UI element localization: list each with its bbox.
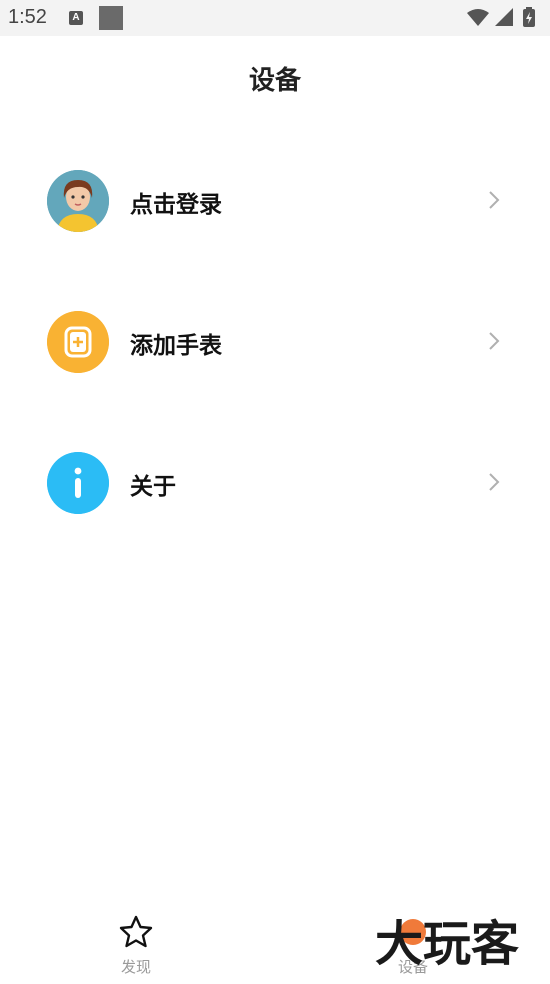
login-label: 点击登录 bbox=[130, 192, 222, 218]
chevron-right-icon bbox=[489, 191, 500, 209]
watermark-logo: 大玩客 bbox=[375, 916, 519, 972]
info-icon bbox=[47, 452, 109, 514]
watch-add-icon bbox=[47, 311, 109, 373]
watermark-text: 大玩客 bbox=[375, 916, 519, 972]
tab-discover-label: 发现 bbox=[120, 958, 151, 976]
wifi-icon bbox=[467, 9, 489, 26]
avatar-icon bbox=[47, 170, 109, 232]
star-icon bbox=[119, 915, 153, 948]
chevron-right-icon bbox=[489, 332, 500, 350]
about-item[interactable]: 关于 bbox=[0, 432, 550, 532]
add-watch-item[interactable]: 添加手表 bbox=[0, 291, 550, 391]
chevron-right-icon bbox=[489, 473, 500, 491]
status-time: 1:52 bbox=[8, 6, 47, 28]
notification-a-icon: A bbox=[69, 11, 83, 25]
about-label: 关于 bbox=[130, 474, 176, 500]
signal-icon bbox=[495, 8, 513, 26]
battery-icon bbox=[523, 7, 535, 27]
notification-square-icon bbox=[99, 6, 123, 30]
tab-discover[interactable]: 发现 bbox=[76, 914, 196, 977]
status-icons bbox=[467, 7, 535, 27]
add-watch-label: 添加手表 bbox=[130, 333, 222, 359]
login-item[interactable]: 点击登录 bbox=[0, 150, 550, 250]
status-bar: 1:52 A bbox=[0, 0, 550, 36]
page-title: 设备 bbox=[248, 66, 301, 96]
